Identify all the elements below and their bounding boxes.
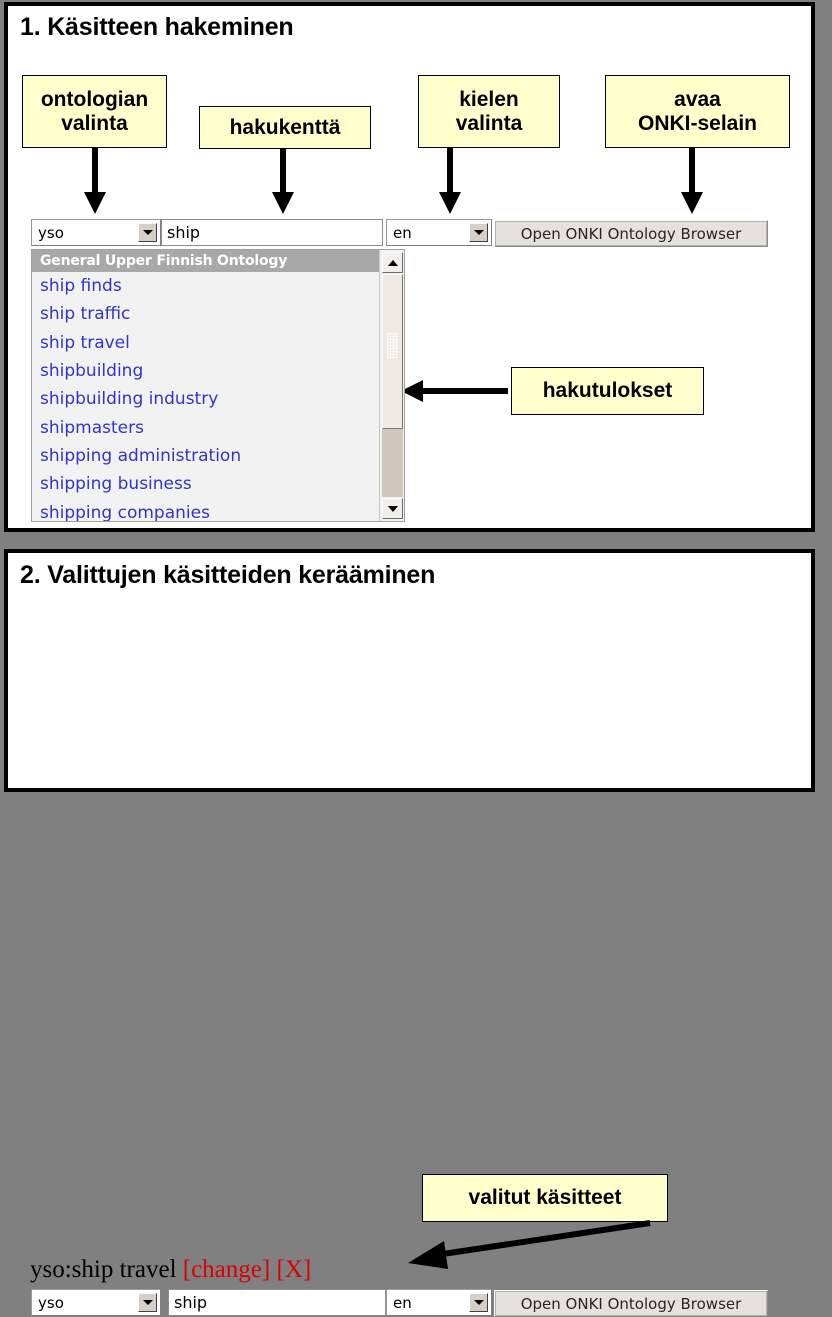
callout-line-2: valinta — [455, 111, 523, 135]
search-input-value: ship — [174, 1293, 208, 1312]
results-group-header: General Upper Finnish Ontology — [32, 250, 404, 272]
search-result-item[interactable]: ship travel — [32, 329, 404, 357]
ontology-select[interactable]: yso — [31, 219, 161, 246]
callout-line-1: hakukenttä — [229, 115, 341, 139]
chevron-down-icon[interactable] — [469, 1293, 488, 1312]
selected-concept-row: yso:ship travel [change] [X] — [30, 1256, 311, 1284]
selected-concept-label: yso:ship travel — [30, 1256, 177, 1283]
scrollbar-track[interactable] — [382, 274, 403, 497]
language-select[interactable]: en — [386, 219, 492, 246]
search-result-item[interactable]: shipping business — [32, 470, 404, 498]
search-result-item[interactable]: shipmasters — [32, 413, 404, 441]
search-input[interactable]: ship — [168, 1289, 386, 1316]
chevron-down-icon[interactable] — [138, 1293, 157, 1312]
scroll-up-icon[interactable] — [382, 252, 403, 273]
search-result-item[interactable]: ship finds — [32, 272, 404, 300]
ontology-select-value: yso — [38, 223, 64, 242]
language-selector-callout: kielen valinta — [418, 75, 560, 148]
search-input-value: ship — [167, 223, 201, 242]
scrollbar-thumb[interactable] — [382, 274, 403, 429]
callout-line-1: valitut käsitteet — [468, 1186, 622, 1209]
open-onki-browser-button-label: Open ONKI Ontology Browser — [520, 224, 742, 243]
chevron-down-icon[interactable] — [469, 223, 488, 242]
language-select-value: en — [393, 223, 412, 242]
open-browser-callout: avaa ONKI-selain — [605, 75, 790, 148]
step-2-panel: 2. Valittujen käsitteiden kerääminen val… — [4, 549, 815, 1317]
callout-line-1: ontologian — [40, 87, 149, 111]
open-onki-browser-button[interactable]: Open ONKI Ontology Browser — [494, 220, 768, 247]
callout-line-2: ONKI-selain — [637, 111, 758, 135]
search-result-item[interactable]: shipping administration — [32, 442, 404, 470]
results-scrollbar[interactable] — [379, 250, 404, 521]
search-field-callout: hakukenttä — [199, 106, 371, 149]
ontology-selector-callout: ontologian valinta — [22, 75, 167, 148]
search-results-listbox[interactable]: General Upper Finnish Ontology ship find… — [31, 249, 405, 522]
search-result-item[interactable]: shipping companies — [32, 498, 404, 521]
chevron-down-icon[interactable] — [138, 223, 157, 242]
search-input[interactable]: ship — [161, 219, 383, 246]
callout-line-1: hakutulokset — [542, 379, 673, 402]
search-result-item[interactable]: shipbuilding industry — [32, 385, 404, 413]
change-concept-link[interactable]: [change] — [183, 1256, 270, 1283]
ontology-select[interactable]: yso — [31, 1289, 161, 1316]
arrow-to-selected-concepts — [408, 1220, 651, 1269]
language-select-value: en — [393, 1293, 412, 1312]
page-title-step-1: 1. Käsitteen hakeminen — [20, 13, 294, 41]
search-results-callout: hakutulokset — [511, 367, 704, 415]
open-onki-browser-button[interactable]: Open ONKI Ontology Browser — [494, 1290, 768, 1317]
search-results-list: ship finds ship traffic ship travel shipbui… — [32, 272, 404, 521]
ontology-select-value: yso — [38, 1293, 64, 1312]
search-result-item[interactable]: ship traffic — [32, 300, 404, 328]
scroll-down-icon[interactable] — [382, 498, 403, 519]
callout-line-1: avaa — [674, 87, 721, 111]
open-onki-browser-button-label: Open ONKI Ontology Browser — [520, 1294, 742, 1313]
callout-line-2: valinta — [61, 111, 128, 135]
page-title-step-2: 2. Valittujen käsitteiden kerääminen — [20, 561, 436, 589]
language-select[interactable]: en — [386, 1289, 492, 1316]
callout-line-1: kielen — [459, 87, 519, 111]
search-result-item[interactable]: shipbuilding — [32, 357, 404, 385]
step-1-panel: 1. Käsitteen hakeminen ontologian valint… — [4, 2, 815, 532]
remove-concept-link[interactable]: [X] — [276, 1256, 311, 1283]
